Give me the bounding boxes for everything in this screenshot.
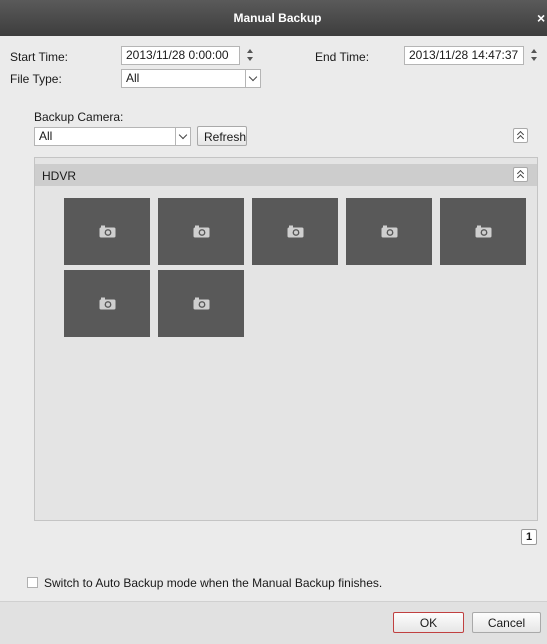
start-time-spinner[interactable] xyxy=(244,46,258,65)
collapse-group-icon[interactable] xyxy=(513,167,528,182)
end-time-spinner[interactable] xyxy=(528,46,542,65)
start-time-label: Start Time: xyxy=(10,50,69,64)
camera-tile[interactable] xyxy=(158,270,244,337)
backup-camera-value: All xyxy=(39,129,53,143)
spin-down-icon[interactable] xyxy=(531,57,537,61)
spin-up-icon[interactable] xyxy=(531,49,537,53)
camera-tile[interactable] xyxy=(252,198,338,265)
dialog-title: Manual Backup xyxy=(233,11,322,25)
page-number[interactable]: 1 xyxy=(521,529,537,545)
start-time-field[interactable]: 2013/11/28 0:00:00 xyxy=(121,46,240,65)
group-title: HDVR xyxy=(42,169,77,183)
end-time-field[interactable]: 2013/11/28 14:47:37 xyxy=(404,46,524,65)
camera-tile[interactable] xyxy=(64,198,150,265)
backup-camera-label: Backup Camera: xyxy=(34,110,124,124)
backup-camera-select[interactable]: All xyxy=(34,127,191,146)
file-type-label: File Type: xyxy=(10,72,62,86)
dialog-footer xyxy=(0,601,547,644)
refresh-button[interactable]: Refresh xyxy=(197,126,247,146)
collapse-all-icon[interactable] xyxy=(513,128,528,143)
camera-tile[interactable] xyxy=(64,270,150,337)
end-time-label: End Time: xyxy=(315,50,370,64)
manual-backup-dialog: Manual Backup × Start Time: 2013/11/28 0… xyxy=(0,0,547,644)
spin-down-icon[interactable] xyxy=(247,57,253,61)
camera-tile[interactable] xyxy=(158,198,244,265)
auto-backup-label: Switch to Auto Backup mode when the Manu… xyxy=(44,576,383,590)
chevron-down-icon[interactable] xyxy=(245,70,260,87)
camera-tile[interactable] xyxy=(440,198,526,265)
auto-backup-checkbox[interactable] xyxy=(27,577,38,588)
title-bar[interactable]: Manual Backup × xyxy=(0,0,547,36)
group-header[interactable]: HDVR xyxy=(35,164,537,186)
ok-button[interactable]: OK xyxy=(393,612,464,633)
file-type-value: All xyxy=(126,71,140,85)
cancel-button[interactable]: Cancel xyxy=(472,612,541,633)
camera-tile[interactable] xyxy=(346,198,432,265)
file-type-select[interactable]: All xyxy=(121,69,261,88)
chevron-down-icon[interactable] xyxy=(175,128,190,145)
close-icon[interactable]: × xyxy=(537,9,547,27)
spin-up-icon[interactable] xyxy=(247,49,253,53)
